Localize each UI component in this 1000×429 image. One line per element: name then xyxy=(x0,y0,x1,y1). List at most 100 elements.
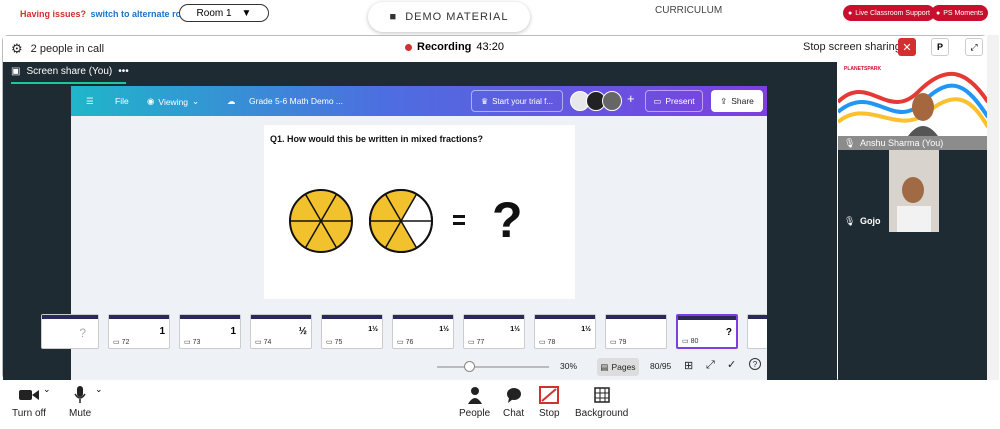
partial-pie xyxy=(369,189,433,253)
chat-button[interactable]: Chat xyxy=(503,386,524,419)
person-icon xyxy=(465,386,485,404)
call-header: ⚙ 2 people in call Recording 43:20 Stop … xyxy=(3,36,987,60)
background-button[interactable]: Background xyxy=(575,386,628,419)
chevron-down-icon: ⌄ xyxy=(192,96,200,106)
p-button[interactable]: P xyxy=(931,38,949,56)
collaborator-avatars: + xyxy=(570,91,635,111)
scrollbar[interactable] xyxy=(987,35,999,380)
video-sidebar: PLANETSPARK Anshu Sharma (You) 🎙 🎙 Gojo xyxy=(838,62,988,380)
recording-label: Recording xyxy=(417,41,472,53)
add-icon[interactable]: + xyxy=(627,91,635,111)
chat-icon xyxy=(504,386,524,404)
chevron-down-icon[interactable]: ⌄ xyxy=(95,384,103,395)
demo-material-button[interactable]: ■ DEMO MATERIAL xyxy=(368,2,530,32)
page-thumb[interactable]: ▭ 79 xyxy=(605,314,667,349)
page-thumb-partial[interactable]: ? xyxy=(41,314,99,349)
close-icon: ✕ xyxy=(902,41,912,54)
screen-icon: ▣ xyxy=(11,66,21,77)
avatar[interactable] xyxy=(602,91,622,111)
page-thumb[interactable]: 1 ▭ 72 xyxy=(108,314,170,349)
comment-icon: ▭ xyxy=(682,338,689,345)
comment-icon: ▭ xyxy=(113,339,120,346)
pages-label: Pages xyxy=(611,362,636,372)
page-thumb[interactable]: 1½ ▭ 76 xyxy=(392,314,454,349)
comment-icon: ▭ xyxy=(255,339,262,346)
active-underline xyxy=(11,82,126,84)
viewing-menu[interactable]: ◉ Viewing ⌄ xyxy=(147,96,199,107)
stop-share-icon xyxy=(539,386,560,404)
top-bar: Having issues? switch to alternate room … xyxy=(0,0,1000,33)
live-support-label: Live Classroom Support xyxy=(855,9,930,17)
crown-icon: ♛ xyxy=(480,96,489,106)
zoom-knob[interactable] xyxy=(464,361,475,372)
teacher-name: Anshu Sharma (You) xyxy=(838,136,988,150)
more-icon[interactable]: ••• xyxy=(118,66,129,77)
start-trial-button[interactable]: ♛ Start your trial f... xyxy=(471,90,563,112)
doc-title[interactable]: Grade 5-6 Math Demo ... xyxy=(249,96,343,106)
demo-material-label: DEMO MATERIAL xyxy=(405,11,509,23)
slide: Q1. How would this be written in mixed f… xyxy=(264,125,575,299)
question-mark: ? xyxy=(492,192,523,248)
page-thumb[interactable]: 1½ ▭ 78 xyxy=(534,314,596,349)
page-thumbnails: ? 1 ▭ 72 1 ▭ 73 ½ ▭ 74 1½ ▭ 75 1½ ▭ 76 1½ xyxy=(41,311,767,351)
expand-icon[interactable]: ⤢ xyxy=(965,38,983,56)
stop-share-button[interactable]: ✕ xyxy=(898,38,916,56)
chevron-down-icon[interactable]: ⌄ xyxy=(43,384,51,395)
student-video[interactable]: 🎙 Gojo xyxy=(838,150,988,232)
page-thumb-partial[interactable] xyxy=(747,314,767,349)
page-thumb[interactable]: ½ ▭ 74 xyxy=(250,314,312,349)
people-count: 2 people in call xyxy=(30,43,105,55)
comment-icon: ▭ xyxy=(610,339,617,346)
video-camera-icon xyxy=(18,386,39,404)
screen-share-area: ▣ Screen share (You) ••• ☰ File ◉ Viewin… xyxy=(3,62,837,380)
page-thumb[interactable]: 1½ ▭ 77 xyxy=(463,314,525,349)
call-frame: ⚙ 2 people in call Recording 43:20 Stop … xyxy=(2,35,988,380)
screen-share-header: ▣ Screen share (You) ••• xyxy=(11,66,129,84)
gear-icon[interactable]: ⚙ xyxy=(11,41,23,57)
recording-dot-icon xyxy=(405,43,412,51)
student-video-frame xyxy=(889,150,939,232)
share-label: Share xyxy=(731,96,754,106)
page-thumb[interactable]: 1 ▭ 73 xyxy=(179,314,241,349)
support-icon: ● xyxy=(848,9,853,17)
live-support-button[interactable]: ● Live Classroom Support xyxy=(843,5,935,21)
screen-share-title: Screen share (You) xyxy=(26,66,113,77)
menu-icon[interactable]: ☰ xyxy=(86,96,94,107)
background-icon xyxy=(592,386,612,404)
comment-icon: ▭ xyxy=(326,339,333,346)
ps-moments-button[interactable]: ● PS Moments xyxy=(931,5,989,21)
mute-button[interactable]: Mute xyxy=(69,386,91,419)
page-thumb-selected[interactable]: ? ▭ 80 xyxy=(676,314,738,349)
share-button[interactable]: ⇪ Share xyxy=(711,90,763,112)
curriculum-link[interactable]: CURRICULUM xyxy=(655,5,722,16)
call-controls: Turn off ⌄ Mute ⌄ People Chat Stop Backg… xyxy=(0,380,1000,429)
teacher-video-frame xyxy=(838,72,988,136)
page-thumb[interactable]: 1½ ▭ 75 xyxy=(321,314,383,349)
fullscreen-icon[interactable]: ⤢ xyxy=(706,359,715,372)
recording-indicator: Recording 43:20 xyxy=(405,41,504,53)
pages-button[interactable]: ▤ Pages xyxy=(597,358,639,376)
room-selector[interactable]: Room 1 ▼ xyxy=(179,4,269,22)
comment-icon: ▭ xyxy=(184,339,191,346)
people-button[interactable]: People xyxy=(459,386,490,419)
camera-toggle-button[interactable]: Turn off xyxy=(12,386,46,419)
page-count: 80/95 xyxy=(650,361,672,371)
stop-label: Stop xyxy=(539,408,560,419)
zoom-slider[interactable] xyxy=(437,366,549,368)
teacher-video[interactable]: PLANETSPARK Anshu Sharma (You) 🎙 xyxy=(838,62,988,150)
file-menu[interactable]: File xyxy=(115,96,129,106)
stop-share-control[interactable]: Stop xyxy=(539,386,560,419)
viewing-label: Viewing xyxy=(158,96,189,107)
recording-time: 43:20 xyxy=(476,41,504,53)
mic-icon: 🎙 xyxy=(844,216,856,226)
fraction-illustration: ? xyxy=(289,189,523,253)
eye-icon: ◉ xyxy=(147,96,155,106)
check-icon[interactable]: ✓ xyxy=(727,358,736,371)
help-icon[interactable]: ? xyxy=(749,358,761,370)
grid-icon[interactable]: ⊞ xyxy=(684,359,693,372)
canva-toolbar: ☰ File ◉ Viewing ⌄ ☁ Grade 5-6 Math Demo… xyxy=(71,86,767,116)
present-button[interactable]: ▭ Present xyxy=(645,90,703,112)
present-label: Present xyxy=(665,96,695,106)
student-name: Gojo xyxy=(860,216,881,226)
upload-icon: ⇪ xyxy=(720,95,728,106)
